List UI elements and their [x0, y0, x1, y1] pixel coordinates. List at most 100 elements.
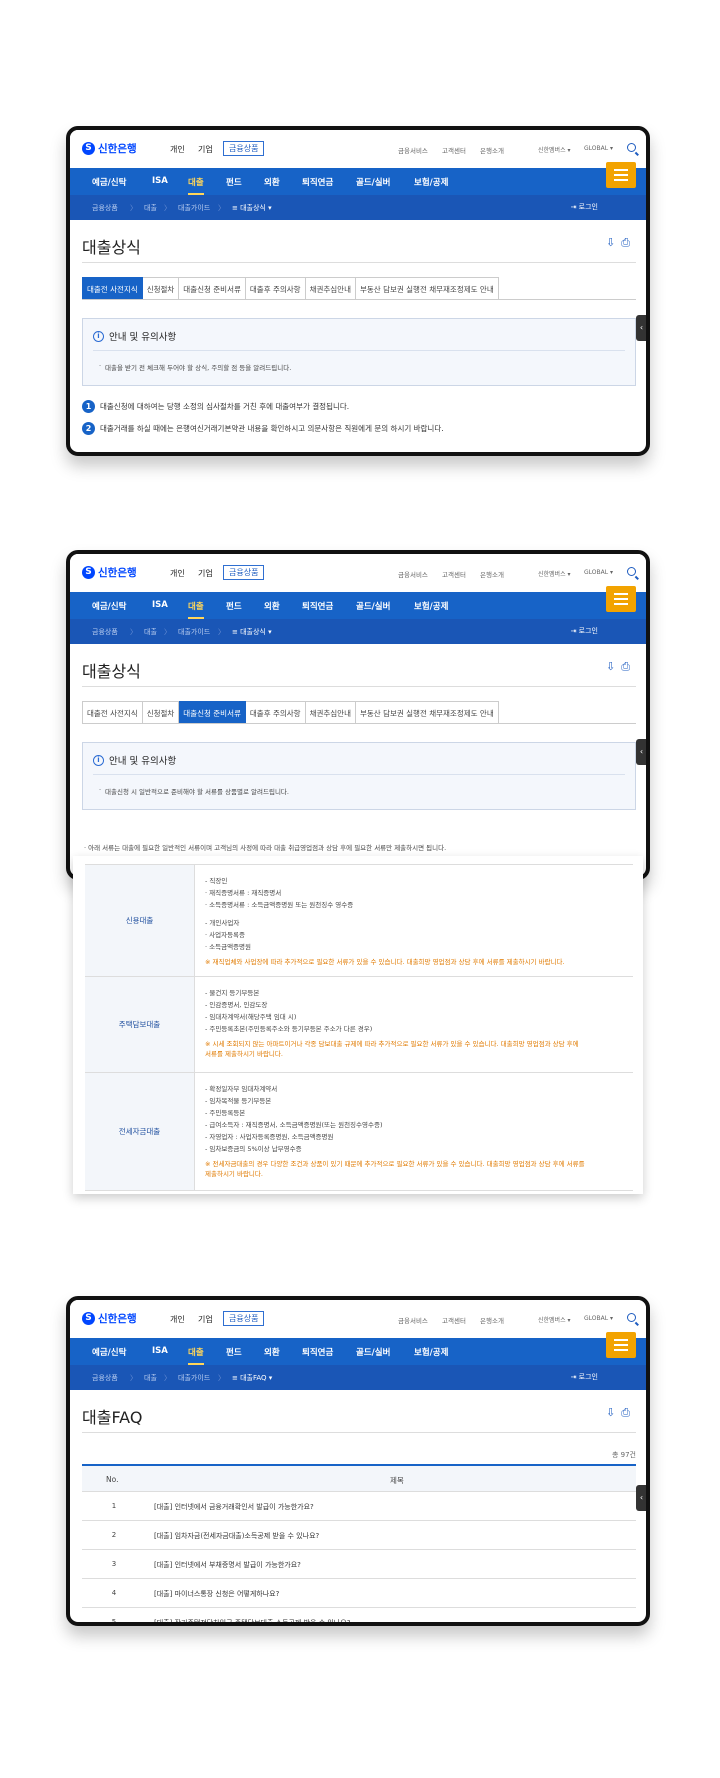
- menu-icon[interactable]: [606, 1332, 636, 1358]
- tab[interactable]: 신청절차: [142, 277, 180, 300]
- nav-corporate[interactable]: 기업: [198, 144, 213, 155]
- faq-title[interactable]: [대출] 임차자금(전세자금대출)소득공제 받을 수 있나요?: [154, 1531, 319, 1541]
- util-about[interactable]: 은행소개: [480, 145, 504, 155]
- print-icon[interactable]: ⎙: [621, 660, 636, 673]
- gnb-item[interactable]: 퇴직연금: [302, 176, 333, 188]
- print-icon[interactable]: ⎙: [621, 236, 636, 249]
- breadcrumb-item[interactable]: 대출가이드: [178, 1373, 210, 1383]
- gnb-item[interactable]: 골드/실버: [356, 600, 390, 612]
- util-services[interactable]: 금융서비스: [398, 145, 428, 155]
- util-customer[interactable]: 고객센터: [442, 145, 466, 155]
- gnb-item[interactable]: 예금/신탁: [92, 1346, 126, 1358]
- nav-corporate[interactable]: 기업: [198, 1314, 213, 1325]
- gnb-item[interactable]: 펀드: [226, 600, 242, 612]
- login-link[interactable]: ⇥ 로그인: [571, 202, 598, 212]
- breadcrumb-item[interactable]: 대출: [144, 627, 157, 637]
- gnb-item[interactable]: 외환: [264, 176, 280, 188]
- bank-logo[interactable]: S 신한은행: [82, 565, 137, 580]
- breadcrumb-item[interactable]: 대출: [144, 1373, 157, 1383]
- breadcrumb-item[interactable]: 금융상품: [92, 627, 118, 637]
- gnb-item[interactable]: 펀드: [226, 1346, 242, 1358]
- gnb-item[interactable]: 보험/공제: [414, 1346, 448, 1358]
- tab[interactable]: 대출후 주의사항: [245, 701, 306, 724]
- search-icon[interactable]: [627, 143, 636, 152]
- util-about[interactable]: 은행소개: [480, 1315, 504, 1325]
- tab[interactable]: 부동산 담보권 실행전 채무재조정제도 안내: [355, 277, 499, 300]
- breadcrumb-item[interactable]: 대출가이드: [178, 627, 210, 637]
- faq-row[interactable]: 3 [대출] 인터넷에서 부채증명서 발급이 가능한가요?: [82, 1550, 636, 1579]
- search-icon[interactable]: [627, 1313, 636, 1322]
- nav-personal[interactable]: 개인: [170, 144, 185, 155]
- gnb-item[interactable]: 펀드: [226, 176, 242, 188]
- breadcrumb-current[interactable]: ≡ 대출FAQ ▾: [232, 1373, 272, 1383]
- gnb-item[interactable]: 외환: [264, 600, 280, 612]
- menu-icon[interactable]: [606, 162, 636, 188]
- tab[interactable]: 대출신청 준비서류: [179, 277, 246, 300]
- nav-products[interactable]: 금융상품: [223, 565, 265, 580]
- save-icon[interactable]: ⇩: [606, 660, 621, 673]
- breadcrumb-current[interactable]: ≡ 대출상식 ▾: [232, 203, 272, 213]
- nav-personal[interactable]: 개인: [170, 1314, 185, 1325]
- tab[interactable]: 부동산 담보권 실행전 채무재조정제도 안내: [355, 701, 499, 724]
- tab-active[interactable]: 대출전 사전지식: [82, 277, 143, 300]
- util-services[interactable]: 금융서비스: [398, 569, 428, 579]
- gnb-item[interactable]: 보험/공제: [414, 600, 448, 612]
- faq-row[interactable]: 5 [대출] 장기주택저당차입금 주택담보대출 소득공제 받을 수 있나요?: [82, 1608, 636, 1622]
- nav-personal[interactable]: 개인: [170, 568, 185, 579]
- breadcrumb-item[interactable]: 대출가이드: [178, 203, 210, 213]
- util-customer[interactable]: 고객센터: [442, 1315, 466, 1325]
- tab[interactable]: 대출전 사전지식: [82, 701, 143, 724]
- gnb-item-active[interactable]: 대출: [188, 176, 204, 195]
- util-global[interactable]: GLOBAL ▾: [584, 569, 613, 576]
- gnb-item[interactable]: 외환: [264, 1346, 280, 1358]
- gnb-item[interactable]: 예금/신탁: [92, 176, 126, 188]
- tab[interactable]: 채권추심안내: [305, 701, 356, 724]
- faq-title[interactable]: [대출] 인터넷에서 부채증명서 발급이 가능한가요?: [154, 1560, 301, 1570]
- faq-title[interactable]: [대출] 장기주택저당차입금 주택담보대출 소득공제 받을 수 있나요?: [154, 1618, 350, 1622]
- util-global[interactable]: GLOBAL ▾: [584, 1315, 613, 1322]
- collapse-icon[interactable]: ‹: [636, 739, 646, 765]
- gnb-item[interactable]: ISA: [152, 176, 168, 186]
- gnb-item[interactable]: 보험/공제: [414, 176, 448, 188]
- faq-row[interactable]: 4 [대출] 마이너스통장 신청은 어떻게하나요?: [82, 1579, 636, 1608]
- util-family[interactable]: 신한멤버스 ▾: [538, 569, 571, 578]
- gnb-item-active[interactable]: 대출: [188, 1346, 204, 1365]
- tab[interactable]: 채권추심안내: [305, 277, 356, 300]
- nav-products[interactable]: 금융상품: [223, 141, 265, 156]
- save-icon[interactable]: ⇩: [606, 236, 621, 249]
- breadcrumb-item[interactable]: 금융상품: [92, 203, 118, 213]
- util-family[interactable]: 신한멤버스 ▾: [538, 1315, 571, 1324]
- util-about[interactable]: 은행소개: [480, 569, 504, 579]
- tab-active[interactable]: 대출신청 준비서류: [179, 701, 246, 724]
- print-icon[interactable]: ⎙: [621, 1406, 636, 1419]
- login-link[interactable]: ⇥ 로그인: [571, 626, 598, 636]
- collapse-icon[interactable]: ‹: [636, 315, 646, 341]
- util-family[interactable]: 신한멤버스 ▾: [538, 145, 571, 154]
- gnb-item[interactable]: ISA: [152, 600, 168, 610]
- util-global[interactable]: GLOBAL ▾: [584, 145, 613, 152]
- gnb-item[interactable]: 퇴직연금: [302, 600, 333, 612]
- breadcrumb-item[interactable]: 금융상품: [92, 1373, 118, 1383]
- gnb-item[interactable]: 골드/실버: [356, 1346, 390, 1358]
- save-icon[interactable]: ⇩: [606, 1406, 621, 1419]
- breadcrumb-item[interactable]: 대출: [144, 203, 157, 213]
- menu-icon[interactable]: [606, 586, 636, 612]
- collapse-icon[interactable]: ‹: [636, 1485, 646, 1511]
- gnb-item[interactable]: 골드/실버: [356, 176, 390, 188]
- util-services[interactable]: 금융서비스: [398, 1315, 428, 1325]
- tab[interactable]: 신청절차: [142, 701, 180, 724]
- faq-row[interactable]: 2 [대출] 임차자금(전세자금대출)소득공제 받을 수 있나요?: [82, 1521, 636, 1550]
- gnb-item[interactable]: 퇴직연금: [302, 1346, 333, 1358]
- gnb-item[interactable]: ISA: [152, 1346, 168, 1356]
- bank-logo[interactable]: S 신한은행: [82, 141, 137, 156]
- faq-title[interactable]: [대출] 마이너스통장 신청은 어떻게하나요?: [154, 1589, 279, 1599]
- faq-title[interactable]: [대출] 인터넷에서 금융거래확인서 발급이 가능한가요?: [154, 1502, 314, 1512]
- login-link[interactable]: ⇥ 로그인: [571, 1372, 598, 1382]
- gnb-item[interactable]: 예금/신탁: [92, 600, 126, 612]
- search-icon[interactable]: [627, 567, 636, 576]
- breadcrumb-current[interactable]: ≡ 대출상식 ▾: [232, 627, 272, 637]
- nav-products[interactable]: 금융상품: [223, 1311, 265, 1326]
- faq-row[interactable]: 1 [대출] 인터넷에서 금융거래확인서 발급이 가능한가요?: [82, 1492, 636, 1521]
- gnb-item-active[interactable]: 대출: [188, 600, 204, 619]
- nav-corporate[interactable]: 기업: [198, 568, 213, 579]
